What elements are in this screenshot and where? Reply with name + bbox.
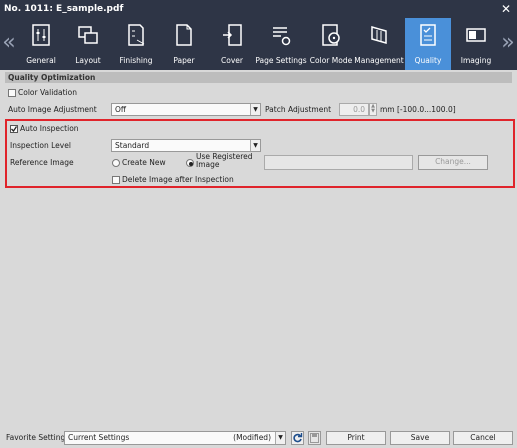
print-button[interactable]: Print (326, 431, 386, 445)
scroll-right-arrow-icon[interactable]: » (499, 18, 517, 70)
auto-image-adjustment-label: Auto Image Adjustment (8, 105, 97, 114)
select-value: Current Settings (68, 433, 130, 442)
auto-inspection-checkbox[interactable] (10, 125, 18, 133)
tab-label: Finishing (119, 56, 153, 65)
cancel-button[interactable]: Cancel (453, 431, 513, 445)
patch-adjustment-label: Patch Adjustment (265, 105, 332, 114)
tab-label: Quality (414, 56, 442, 65)
footer-bar: Favorite Setting Current Settings (Modif… (0, 428, 517, 448)
management-icon (371, 26, 387, 44)
tab-paper[interactable]: Paper (161, 18, 207, 70)
tab-color-mode[interactable]: Color Mode (308, 18, 354, 70)
patch-adjustment-stepper[interactable]: ▲ ▼ (369, 103, 377, 116)
select-value: Standard (115, 141, 150, 150)
chevron-down-icon: ▼ (250, 104, 260, 115)
use-registered-image-label: Use Registered Image (196, 153, 252, 169)
color-validation-label: Color Validation (18, 88, 78, 97)
select-value: Off (115, 105, 127, 114)
color-mode-icon (322, 24, 340, 46)
create-new-radio[interactable] (112, 159, 120, 167)
job-settings-window: No. 1011: E_sample.pdf ✕ « General Layou… (0, 0, 517, 448)
general-icon (32, 24, 50, 46)
quality-icon (420, 24, 436, 46)
tab-label: Cover (221, 56, 243, 65)
chevron-down-icon: ▼ (250, 140, 260, 151)
refresh-icon (293, 433, 303, 443)
inspection-level-select[interactable]: Standard ▼ (111, 139, 261, 152)
delete-after-inspection-label: Delete Image after Inspection (122, 175, 234, 184)
tab-layout[interactable]: Layout (65, 18, 111, 70)
favorite-setting-select[interactable]: Current Settings (Modified) ▼ (64, 431, 286, 445)
favorite-setting-label: Favorite Setting (6, 433, 66, 442)
floppy-disk-icon (310, 433, 319, 443)
tab-label: Page Settings (255, 56, 307, 65)
tab-general[interactable]: General (18, 18, 64, 70)
reference-image-path-field[interactable] (264, 155, 413, 170)
use-registered-line2: Image (196, 160, 220, 169)
close-icon[interactable]: ✕ (500, 0, 512, 18)
create-new-label: Create New (122, 158, 166, 167)
auto-inspection-label: Auto Inspection (20, 124, 79, 133)
delete-after-inspection-checkbox[interactable] (112, 176, 120, 184)
tab-label: Imaging (460, 56, 492, 65)
finishing-icon (128, 24, 145, 46)
tab-label: Layout (75, 56, 101, 65)
refresh-button[interactable] (291, 431, 304, 445)
inspection-level-label: Inspection Level (10, 141, 71, 150)
auto-image-adjustment-select[interactable]: Off ▼ (111, 103, 261, 116)
tab-imaging[interactable]: Imaging (453, 18, 499, 70)
layout-icon (78, 26, 98, 44)
paper-icon (176, 24, 192, 46)
auto-inspection-highlight (5, 119, 515, 188)
favorite-status: (Modified) (233, 433, 271, 442)
window-title: No. 1011: E_sample.pdf (4, 4, 124, 14)
change-button[interactable]: Change... (418, 155, 488, 170)
tab-quality[interactable]: Quality (405, 18, 451, 70)
window-title-bar: No. 1011: E_sample.pdf ✕ (0, 0, 517, 18)
section-header: Quality Optimization (5, 72, 512, 83)
tab-page-settings[interactable]: Page Settings (255, 18, 307, 70)
tab-label: Color Mode (309, 56, 353, 65)
page-settings-icon (273, 27, 291, 46)
tab-label: General (26, 56, 56, 65)
use-registered-image-radio[interactable] (186, 159, 194, 167)
patch-adjustment-input[interactable]: 0.0 (339, 103, 369, 116)
save-favorite-button[interactable] (308, 431, 321, 445)
tab-management[interactable]: Management (354, 18, 404, 70)
tab-label: Management (354, 56, 404, 65)
cover-icon (223, 24, 242, 46)
reference-image-label: Reference Image (10, 158, 74, 167)
save-button[interactable]: Save (390, 431, 450, 445)
tab-label: Paper (173, 56, 195, 65)
tab-finishing[interactable]: Finishing (113, 18, 159, 70)
settings-category-toolbar: « General Layout Finishing Paper Cover P… (0, 18, 517, 70)
imaging-icon (466, 28, 486, 42)
chevron-down-icon: ▼ (275, 432, 285, 444)
color-validation-checkbox[interactable] (8, 89, 16, 97)
patch-adjustment-unit: mm [-100.0...100.0] (380, 105, 456, 114)
tab-cover[interactable]: Cover (209, 18, 255, 70)
checkmark-icon (11, 126, 18, 133)
